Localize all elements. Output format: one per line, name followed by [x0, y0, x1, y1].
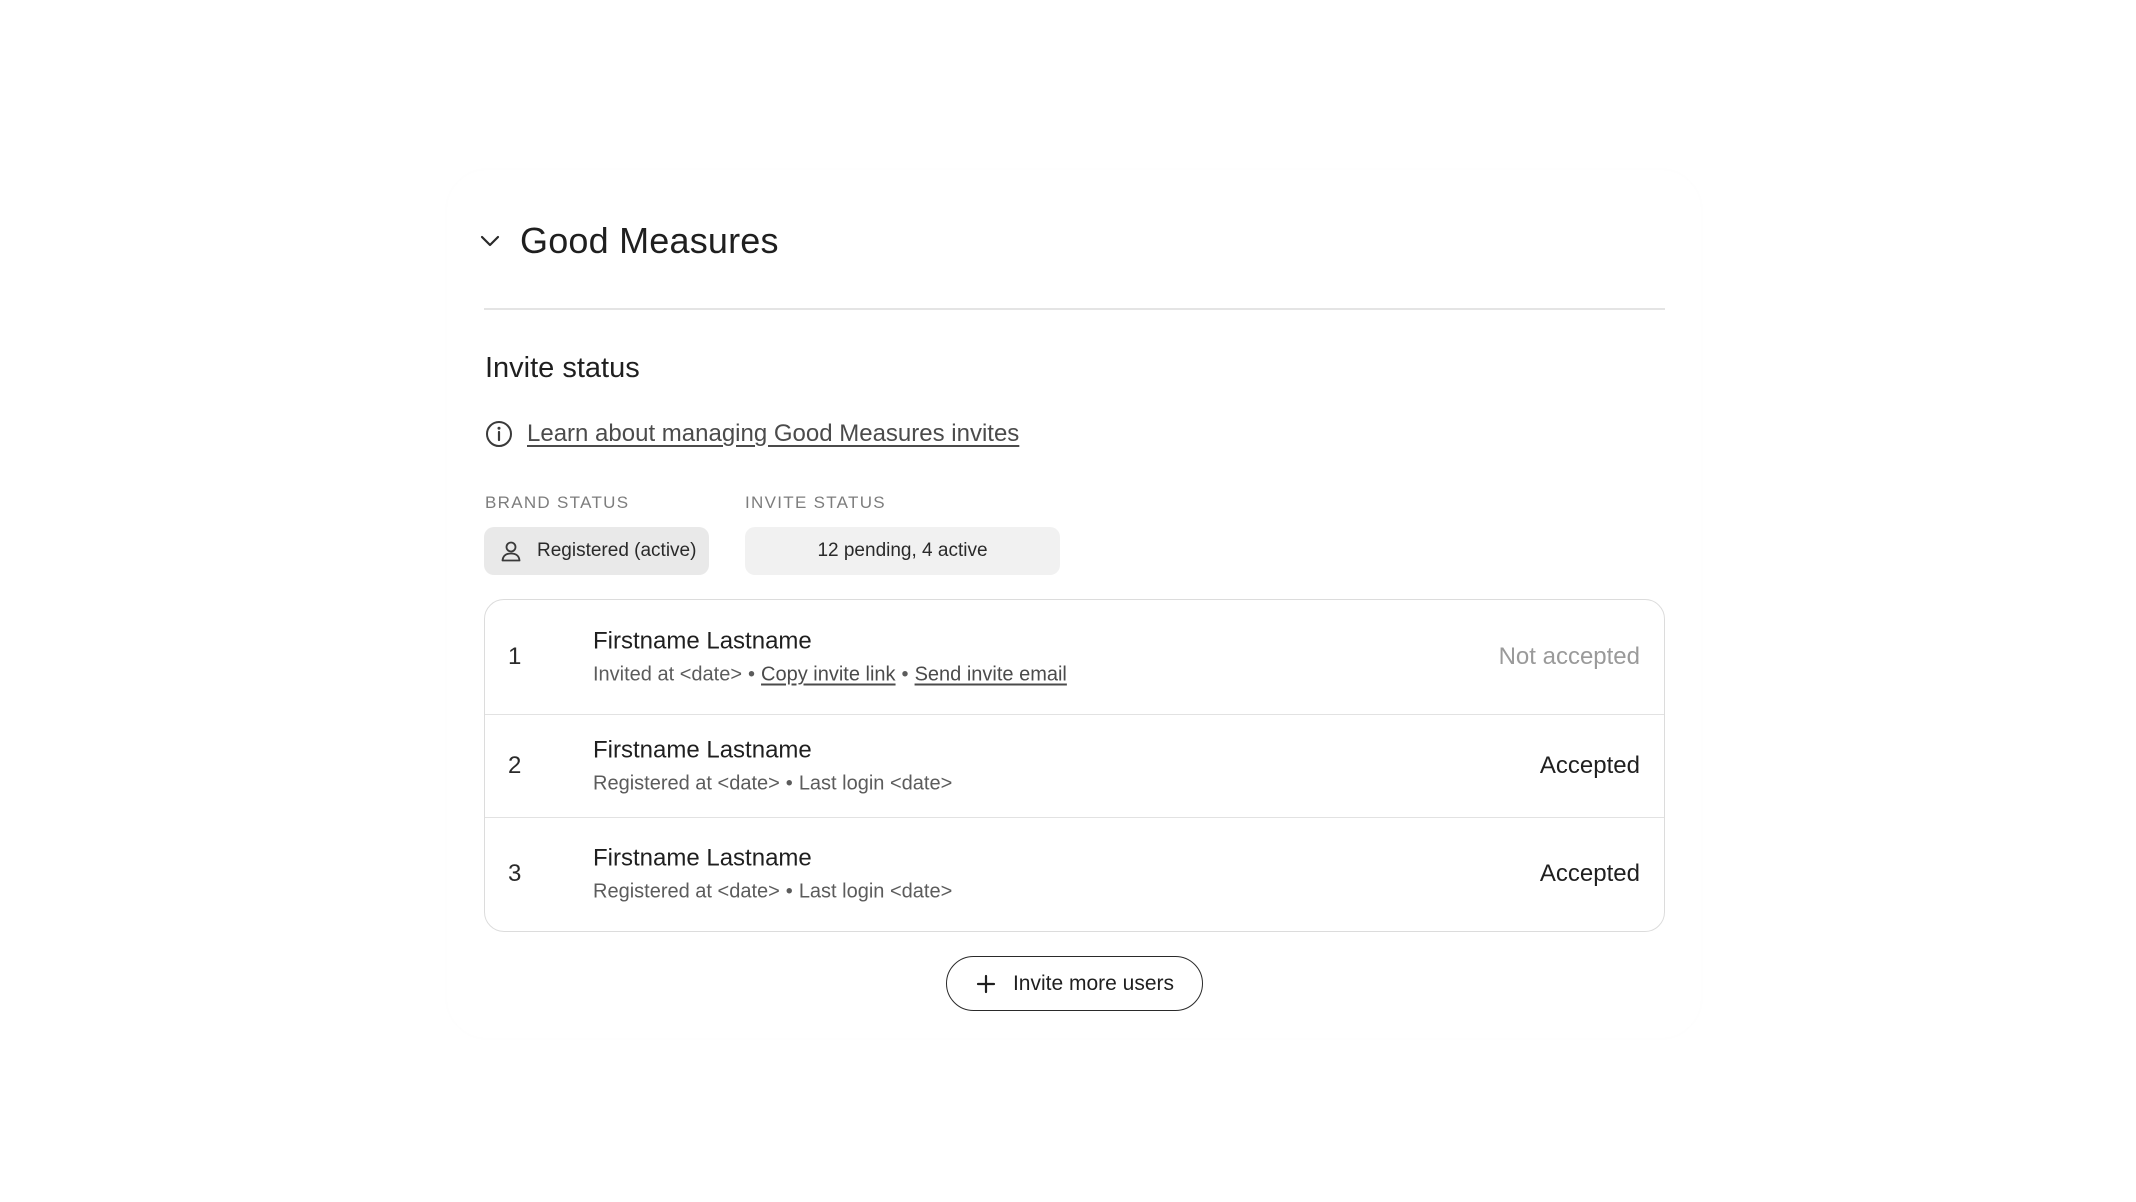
- row-meta: Registered at <date> • Last login <date>: [593, 773, 952, 796]
- invite-more-users-button[interactable]: Invite more users: [946, 956, 1203, 1011]
- section-title: Invite status: [485, 352, 640, 384]
- row-number: 1: [508, 643, 522, 670]
- status-badge: Accepted: [1539, 752, 1640, 779]
- group-header[interactable]: Good Measures: [478, 214, 779, 268]
- brand-status-badge: Registered (active): [484, 527, 709, 575]
- user-name: Firstname Lastname: [593, 844, 812, 872]
- chevron-down-icon[interactable]: [478, 229, 502, 253]
- last-login-text: Last login <date>: [798, 880, 953, 903]
- user-name: Firstname Lastname: [593, 736, 812, 764]
- person-icon: [499, 539, 523, 563]
- group-title: Good Measures: [520, 220, 779, 261]
- separator: •: [901, 663, 909, 686]
- invite-status-label: INVITE STATUS: [745, 493, 886, 512]
- row-body: Firstname Lastname Registered at <date> •…: [593, 845, 952, 904]
- row-body: Firstname Lastname Registered at <date> •…: [593, 737, 952, 796]
- table-row: 3 Firstname Lastname Registered at <date…: [485, 818, 1664, 930]
- copy-invite-link[interactable]: Copy invite link: [761, 664, 896, 686]
- invite-status-value: 12 pending, 4 active: [817, 540, 988, 561]
- status-badge: Not accepted: [1498, 643, 1640, 670]
- table-row: 1 Firstname Lastname Invited at <date> • C…: [485, 600, 1664, 715]
- plus-icon: [975, 973, 997, 995]
- row-meta: Registered at <date> • Last login <date>: [593, 881, 952, 904]
- invite-more-users-label: Invite more users: [1012, 971, 1175, 995]
- invited-at-text: Invited at <date>: [593, 663, 743, 686]
- last-login-text: Last login <date>: [798, 772, 953, 795]
- row-body: Firstname Lastname Invited at <date> • Cop…: [593, 628, 1067, 687]
- row-number: 2: [508, 752, 522, 779]
- status-badge: Accepted: [1539, 860, 1640, 887]
- registered-at-text: Registered at <date>: [593, 772, 780, 795]
- learn-row: Learn about managing Good Measures invit…: [485, 420, 1019, 448]
- row-meta: Invited at <date> • Copy invite link • Send …: [593, 664, 1067, 687]
- separator: •: [785, 880, 793, 903]
- brand-status-value: Registered (active): [537, 540, 697, 561]
- separator: •: [748, 663, 756, 686]
- info-icon: [485, 420, 513, 448]
- invite-table: 1 Firstname Lastname Invited at <date> • C…: [484, 599, 1665, 932]
- brand-status-label: BRAND STATUS: [485, 493, 630, 512]
- invite-status-badge: 12 pending, 4 active: [745, 527, 1060, 575]
- registered-at-text: Registered at <date>: [593, 880, 780, 903]
- row-number: 3: [508, 860, 522, 887]
- table-row: 2 Firstname Lastname Registered at <date…: [485, 715, 1664, 818]
- send-invite-email-link[interactable]: Send invite email: [915, 664, 1067, 686]
- learn-invites-link[interactable]: Learn about managing Good Measures invit…: [527, 420, 1019, 448]
- user-name: Firstname Lastname: [593, 627, 812, 655]
- divider: [484, 308, 1665, 310]
- separator: •: [785, 772, 793, 795]
